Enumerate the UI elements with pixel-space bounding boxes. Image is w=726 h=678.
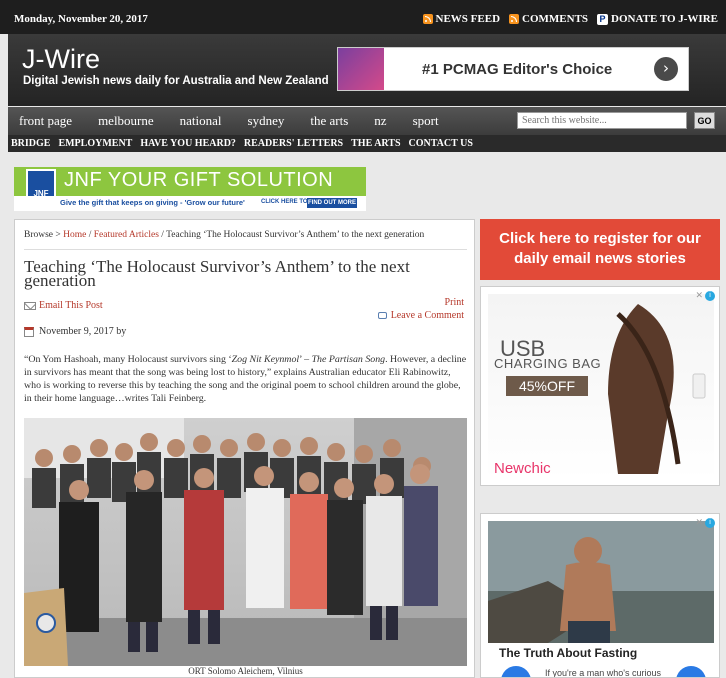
- search-input[interactable]: [517, 112, 687, 129]
- ad-image: [488, 521, 714, 643]
- close-icon[interactable]: ✕: [695, 291, 703, 301]
- group-photo: [24, 418, 467, 666]
- email-post-label: Email This Post: [39, 300, 103, 311]
- news-feed-link[interactable]: NEWS FEED: [422, 13, 501, 25]
- primary-nav: front page melbourne national sydney the…: [8, 107, 726, 135]
- comments-label: COMMENTS: [522, 13, 589, 25]
- nav-the-arts-2[interactable]: THE ARTS: [351, 138, 400, 149]
- site-title[interactable]: J-Wire: [22, 44, 100, 75]
- ad-title: The Truth About Fasting: [499, 646, 638, 660]
- bag-illustration: [608, 304, 706, 474]
- comment-icon: [377, 312, 387, 319]
- nav-sydney[interactable]: sydney: [248, 113, 285, 129]
- email-post-link[interactable]: Email This Post: [24, 300, 103, 311]
- post-date: November 9, 2017 by: [39, 326, 127, 337]
- calendar-icon: [24, 326, 34, 337]
- nav-front-page[interactable]: front page: [19, 113, 72, 129]
- nav-contact-us[interactable]: CONTACT US: [409, 138, 473, 149]
- banner-strip: Give the gift that keeps on giving - 'Gr…: [14, 196, 366, 211]
- ad-creative: USB CHARGING BAG 45%OFF Newchic: [488, 294, 714, 480]
- comments-link[interactable]: COMMENTS: [509, 13, 588, 25]
- leave-comment-label: Leave a Comment: [390, 310, 464, 321]
- find-out-more-button[interactable]: FIND OUT MORE: [307, 198, 357, 208]
- donate-link[interactable]: P DONATE TO J-WIRE: [597, 13, 718, 25]
- breadcrumb-separator: /: [161, 230, 164, 240]
- ad-thumbnail: [338, 48, 384, 90]
- post-meta: November 9, 2017 by: [24, 326, 126, 337]
- chevron-right-icon[interactable]: ›: [654, 57, 678, 81]
- donate-label: DONATE TO J-WIRE: [611, 13, 718, 25]
- banner-strip-text: Give the gift that keeps on giving - 'Gr…: [60, 198, 245, 207]
- print-link[interactable]: Print: [445, 297, 464, 308]
- leave-comment-link[interactable]: Leave a Comment: [377, 310, 464, 321]
- nav-national[interactable]: national: [180, 113, 222, 129]
- post-excerpt: “On Yom Hashoah, many Holocaust survivor…: [24, 353, 469, 405]
- excerpt-part: “On Yom Hashoah, many Holocaust survivor…: [24, 354, 232, 365]
- ad-brand: Newchic: [494, 460, 551, 477]
- ad-avatar: [501, 666, 531, 677]
- breadcrumb-current: Teaching ‘The Holocaust Survivor’s Anthe…: [166, 230, 425, 240]
- breadcrumb-divider: [24, 249, 467, 250]
- nav-readers-letters[interactable]: READERS' LETTERS: [244, 138, 343, 149]
- banner-click-text: CLICK HERE TO: [261, 199, 308, 205]
- photo-caption: ORT Solomo Aleichem, Vilnius: [188, 666, 303, 676]
- excerpt-part: ’ –: [299, 354, 312, 365]
- post-title: Teaching ‘The Holocaust Survivor’s Anthe…: [24, 257, 410, 290]
- adchoices-icon[interactable]: i: [705, 518, 715, 528]
- close-icon[interactable]: ✕: [695, 518, 703, 528]
- header-ad[interactable]: #1 PCMAG Editor's Choice ›: [337, 47, 689, 91]
- article-content: Browse > Home / Featured Articles / Teac…: [14, 219, 475, 678]
- paypal-icon: P: [597, 13, 609, 25]
- mail-icon: [24, 301, 36, 310]
- sidebar-ad-fasting[interactable]: ✕ i The Truth About Fasting If you're a …: [480, 513, 720, 678]
- ad-subtext: If you're a man who's curious: [545, 668, 661, 678]
- search-go-button[interactable]: GO: [694, 112, 715, 129]
- top-bar: Monday, November 20, 2017 NEWS FEED COMM…: [0, 0, 726, 34]
- adchoices-icon[interactable]: i: [705, 291, 715, 301]
- excerpt-song-title-2: The Partisan Song: [311, 354, 386, 365]
- news-feed-label: NEWS FEED: [435, 13, 501, 25]
- nav-nz[interactable]: nz: [374, 113, 386, 129]
- breadcrumb-separator: /: [88, 230, 92, 240]
- breadcrumb-prefix: Browse >: [24, 230, 61, 240]
- rss-icon: [422, 14, 433, 24]
- rss-icon: [509, 14, 520, 24]
- banner-headline: JNF YOUR GIFT SOLUTION: [64, 169, 334, 191]
- nav-melbourne[interactable]: melbourne: [98, 113, 154, 129]
- nav-the-arts[interactable]: the arts: [310, 113, 348, 129]
- site-tagline: Digital Jewish news daily for Australia …: [23, 75, 329, 87]
- site-header: J-Wire Digital Jewish news daily for Aus…: [8, 34, 726, 106]
- secondary-nav: BRIDGE EMPLOYMENT HAVE YOU HEARD? READER…: [8, 135, 726, 152]
- group-photo-illustration: [24, 418, 467, 666]
- jnf-banner[interactable]: JNF JNF YOUR GIFT SOLUTION Give the gift…: [14, 167, 366, 211]
- top-links: NEWS FEED COMMENTS P DONATE TO J-WIRE: [422, 13, 718, 25]
- current-date: Monday, November 20, 2017: [14, 13, 148, 25]
- ad-photo-illustration: [488, 521, 714, 643]
- nav-employment[interactable]: EMPLOYMENT: [58, 138, 132, 149]
- sidebar-ad-usb-bag[interactable]: USB CHARGING BAG 45%OFF Newchic ✕ i: [480, 286, 720, 486]
- breadcrumb-home[interactable]: Home: [63, 230, 86, 240]
- excerpt-song-title: Zog Nit Keynmol: [231, 354, 300, 365]
- nav-sport[interactable]: sport: [413, 113, 439, 129]
- nav-bridge[interactable]: BRIDGE: [11, 138, 50, 149]
- ad-text: #1 PCMAG Editor's Choice: [422, 61, 613, 78]
- breadcrumb-featured[interactable]: Featured Articles: [94, 230, 159, 240]
- register-email-button[interactable]: Click here to register for our daily ema…: [480, 219, 720, 280]
- breadcrumb: Browse > Home / Featured Articles / Teac…: [24, 230, 424, 240]
- nav-have-you-heard[interactable]: HAVE YOU HEARD?: [140, 138, 236, 149]
- ad-action-button[interactable]: [676, 666, 706, 677]
